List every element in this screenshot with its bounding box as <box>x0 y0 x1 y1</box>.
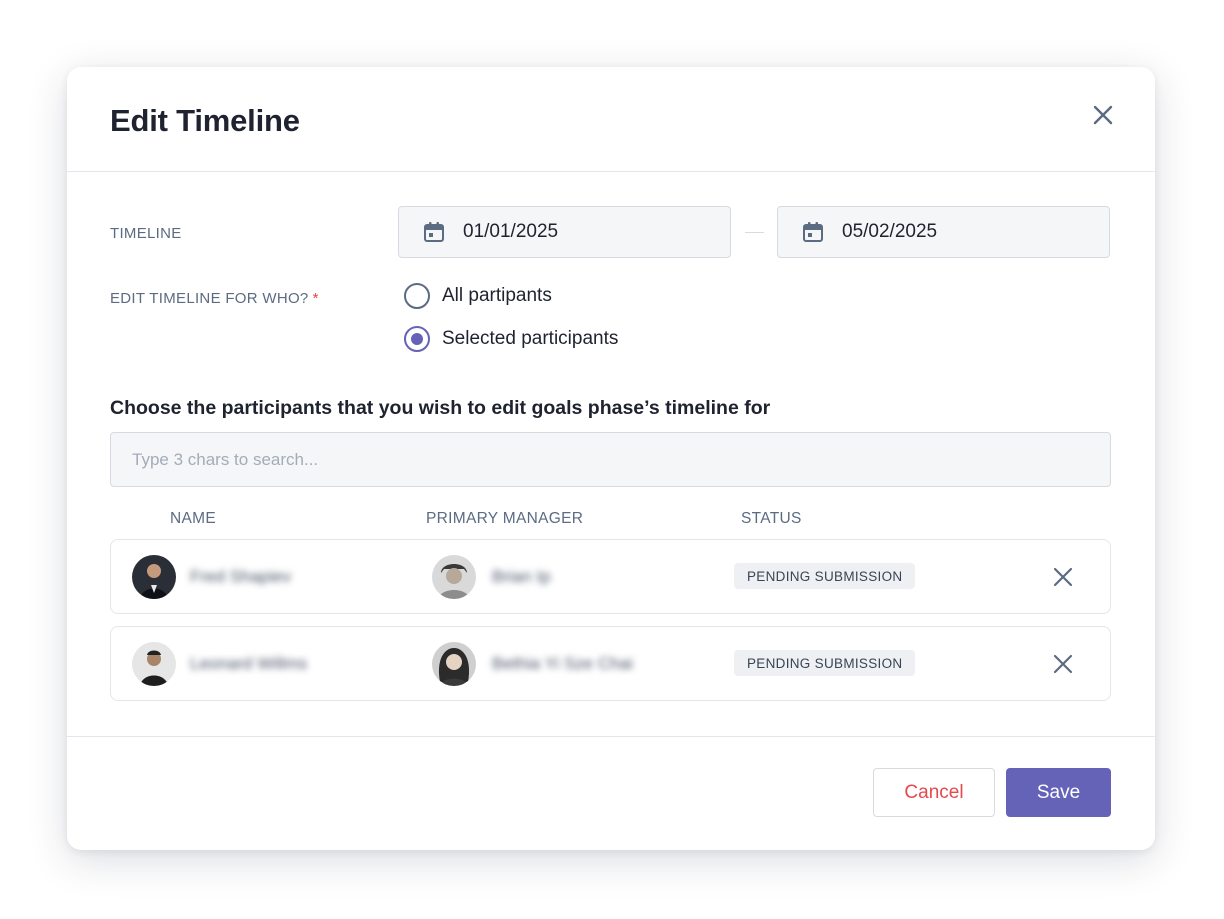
close-icon <box>1053 654 1073 674</box>
calendar-icon <box>802 221 824 243</box>
remove-participant-button[interactable] <box>1051 652 1075 676</box>
manager-name: Bethia Yi Sze Chai <box>492 654 633 673</box>
manager-name: Brian Ip <box>492 567 551 586</box>
remove-participant-button[interactable] <box>1051 565 1075 589</box>
close-icon <box>1093 105 1113 125</box>
save-button[interactable]: Save <box>1006 768 1111 817</box>
radio-button[interactable] <box>404 326 430 352</box>
radio-button[interactable] <box>404 283 430 309</box>
participant-row: Leonard Willms Bethia Yi Sze Chai PENDIN… <box>110 626 1111 701</box>
edit-for-who-label: EDIT TIMELINE FOR WHO? * <box>110 290 319 307</box>
radio-selected-participants[interactable]: Selected participants <box>404 326 618 352</box>
radio-label: Selected participants <box>442 328 619 349</box>
required-mark: * <box>312 290 319 307</box>
timeline-label: TIMELINE <box>110 225 182 242</box>
start-date-value: 01/01/2025 <box>463 221 559 242</box>
radio-label: All partipants <box>442 285 552 306</box>
dialog-title: Edit Timeline <box>110 103 300 138</box>
participant-avatar <box>132 642 176 686</box>
edit-for-who-label-text: EDIT TIMELINE FOR WHO? <box>110 290 309 307</box>
manager-avatar <box>432 555 476 599</box>
participant-row: Fred Shapiev Brian Ip PENDING SUBMISSION <box>110 539 1111 614</box>
radio-checked-dot <box>411 333 423 345</box>
participant-avatar <box>132 555 176 599</box>
end-date-input[interactable]: 05/02/2025 <box>777 206 1110 258</box>
radio-all-participants[interactable]: All partipants <box>404 283 552 309</box>
close-icon <box>1053 567 1073 587</box>
status-badge: PENDING SUBMISSION <box>734 563 916 589</box>
close-button[interactable] <box>1091 103 1115 127</box>
date-range-separator <box>745 232 764 233</box>
participant-name: Leonard Willms <box>190 654 308 673</box>
manager-avatar <box>432 642 476 686</box>
footer-divider <box>67 736 1155 737</box>
column-header-name: NAME <box>170 510 216 527</box>
dialog-header: Edit Timeline <box>67 67 1155 172</box>
edit-timeline-dialog: Edit Timeline TIMELINE 01/01/2025 05/02/… <box>67 67 1155 850</box>
end-date-value: 05/02/2025 <box>842 221 938 242</box>
participants-heading: Choose the participants that you wish to… <box>110 397 771 419</box>
participant-name: Fred Shapiev <box>190 567 292 586</box>
participant-search-input[interactable] <box>110 432 1111 487</box>
status-badge: PENDING SUBMISSION <box>734 650 916 676</box>
column-header-status: STATUS <box>741 510 802 527</box>
column-header-manager: PRIMARY MANAGER <box>426 510 584 527</box>
calendar-icon <box>423 221 445 243</box>
cancel-button[interactable]: Cancel <box>873 768 995 817</box>
start-date-input[interactable]: 01/01/2025 <box>398 206 731 258</box>
